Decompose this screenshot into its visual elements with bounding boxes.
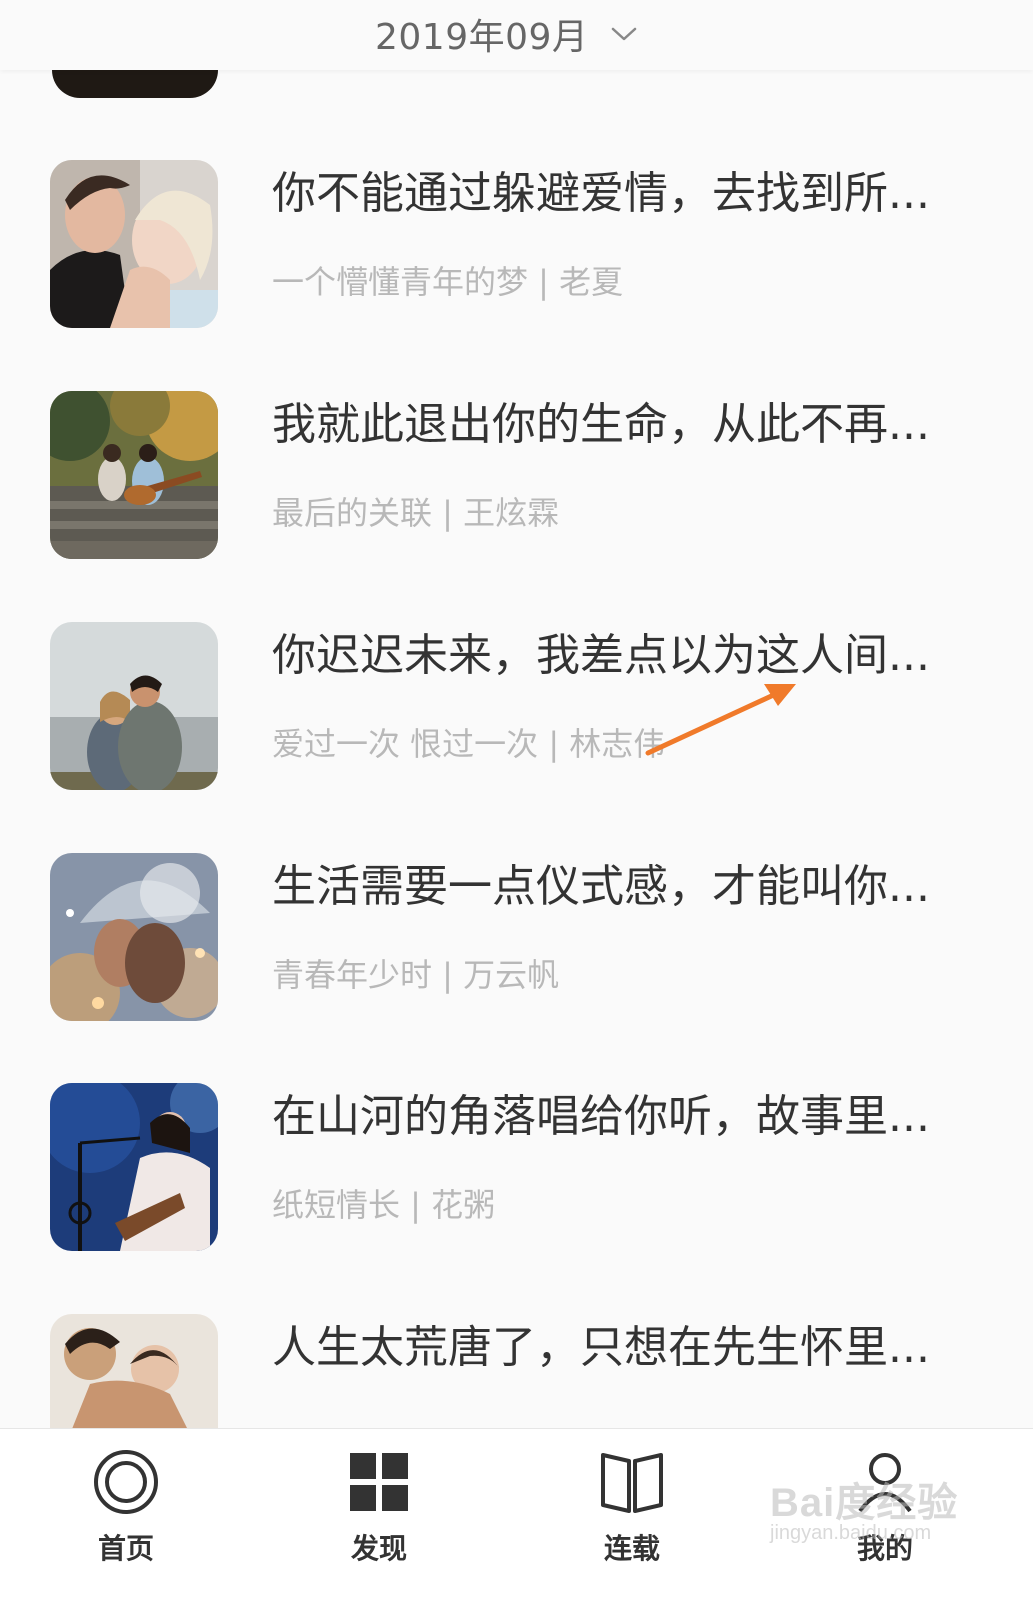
article-meta: 青春年少时 | 万云帆 bbox=[272, 956, 560, 994]
chevron-down-icon[interactable] bbox=[610, 24, 638, 44]
article-title[interactable]: 生活需要一点仪式感，才能叫你... bbox=[272, 857, 932, 917]
article-meta: 爱过一次 恨过一次 | 林志伟 bbox=[272, 725, 666, 763]
tab-discover[interactable]: 发现 bbox=[299, 1429, 459, 1600]
tab-label[interactable]: 发现 bbox=[351, 1527, 407, 1567]
article-title[interactable]: 人生太荒唐了，只想在先生怀里... bbox=[272, 1318, 932, 1378]
tab-home[interactable]: 首页 bbox=[46, 1429, 206, 1600]
header: 2019年09月 bbox=[0, 0, 1033, 70]
list-item[interactable]: 生活需要一点仪式感，才能叫你... 青春年少时 | 万云帆 bbox=[0, 853, 1033, 1023]
article-thumbnail[interactable] bbox=[50, 622, 218, 790]
article-thumbnail[interactable] bbox=[50, 1083, 218, 1251]
article-title[interactable]: 我就此退出你的生命，从此不再... bbox=[272, 395, 932, 455]
tab-label[interactable]: 首页 bbox=[98, 1527, 154, 1567]
tab-serial[interactable]: 连载 bbox=[552, 1429, 712, 1600]
article-meta: 一个懵懂青年的梦 | 老夏 bbox=[272, 263, 624, 301]
list-item[interactable]: 人生太荒唐了，只想在先生怀里... bbox=[0, 1314, 1033, 1428]
list-item[interactable]: 你迟迟未来，我差点以为这人间... 爱过一次 恨过一次 | 林志伟 bbox=[0, 622, 1033, 792]
list-item[interactable]: 我就此退出你的生命，从此不再... 最后的关联 | 王炫霖 bbox=[0, 391, 1033, 561]
month-label[interactable]: 2019年09月 bbox=[375, 8, 588, 60]
list-item[interactable]: 你不能通过躲避爱情，去找到所... 一个懵懂青年的梦 | 老夏 bbox=[0, 160, 1033, 330]
article-title[interactable]: 你迟迟未来，我差点以为这人间... bbox=[272, 626, 932, 686]
article-title[interactable]: 在山河的角落唱给你听，故事里... bbox=[272, 1087, 932, 1147]
article-meta: 纸短情长 | 花粥 bbox=[272, 1186, 496, 1224]
watermark-logo: Bai度经验 bbox=[770, 1481, 959, 1525]
home-circle-icon[interactable] bbox=[91, 1447, 161, 1517]
article-thumbnail[interactable] bbox=[50, 160, 218, 328]
month-selector[interactable]: 2019年09月 bbox=[375, 10, 638, 58]
tab-label[interactable]: 连载 bbox=[604, 1527, 660, 1567]
book-icon[interactable] bbox=[597, 1447, 667, 1517]
watermark: Bai度经验 jingyan.baidu.com bbox=[770, 1450, 970, 1550]
article-thumbnail[interactable] bbox=[50, 1314, 218, 1428]
article-title[interactable]: 你不能通过躲避爱情，去找到所... bbox=[272, 164, 932, 224]
list-item[interactable]: 在山河的角落唱给你听，故事里... 纸短情长 | 花粥 bbox=[0, 1083, 1033, 1253]
article-thumbnail[interactable] bbox=[50, 391, 218, 559]
article-list: 你不能通过躲避爱情，去找到所... 一个懵懂青年的梦 | 老夏 我就此退出你的生… bbox=[0, 0, 1033, 1428]
article-thumbnail[interactable] bbox=[50, 853, 218, 1021]
grid-icon[interactable] bbox=[344, 1447, 414, 1517]
article-meta: 最后的关联 | 王炫霖 bbox=[272, 494, 560, 532]
watermark-url: jingyan.baidu.com bbox=[770, 1522, 932, 1544]
